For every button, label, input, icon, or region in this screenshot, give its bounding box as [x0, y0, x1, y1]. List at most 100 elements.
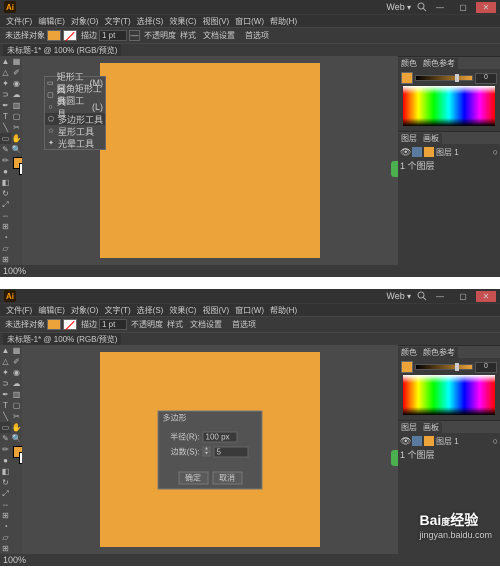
- free-transform-tool[interactable]: ⊞: [0, 221, 11, 232]
- mesh-tool[interactable]: ⊞: [0, 254, 11, 265]
- slice-tool[interactable]: ✂: [11, 122, 22, 133]
- stroke-weight-input[interactable]: 1 pt: [99, 319, 127, 330]
- menu-effect[interactable]: 效果(C): [166, 16, 199, 27]
- flyout-star[interactable]: ☆星形工具: [45, 125, 105, 137]
- pencil-tool[interactable]: ✏: [0, 155, 11, 166]
- document-tab[interactable]: 未标题-1* @ 100% (RGB/预览): [3, 333, 121, 346]
- search-icon[interactable]: [417, 2, 427, 12]
- minimize-button[interactable]: —: [430, 2, 450, 13]
- doc-setup-button[interactable]: 文档设置: [187, 318, 225, 331]
- artboards-tab[interactable]: 画板: [420, 422, 442, 433]
- fill-swatch[interactable]: [47, 319, 61, 330]
- selection-tool[interactable]: ▲: [0, 345, 11, 356]
- blob-brush-tool[interactable]: ●: [0, 166, 11, 177]
- minimize-button[interactable]: —: [430, 291, 450, 302]
- shape-builder-tool[interactable]: ◔: [0, 521, 11, 532]
- magic-wand-tool[interactable]: ✦: [0, 78, 11, 89]
- menu-view[interactable]: 视图(V): [199, 16, 232, 27]
- zoom-level[interactable]: 100%: [3, 555, 26, 565]
- menu-window[interactable]: 窗口(W): [232, 16, 267, 27]
- menu-select[interactable]: 选择(S): [134, 305, 167, 316]
- eraser-tool[interactable]: ◧: [0, 466, 11, 477]
- direct-selection-tool[interactable]: △: [0, 67, 11, 78]
- eyedropper-tool[interactable]: ✐: [11, 67, 22, 78]
- perspective-tool[interactable]: ▱: [0, 243, 11, 254]
- line-tool[interactable]: ╲: [0, 122, 11, 133]
- color-spectrum[interactable]: [403, 375, 495, 415]
- width-tool[interactable]: ⇔: [0, 210, 11, 221]
- rectangle-tool[interactable]: ▭: [0, 133, 11, 144]
- line-tool[interactable]: ╲: [0, 411, 11, 422]
- workspace-dropdown[interactable]: Web ▾: [383, 2, 414, 12]
- preferences-button[interactable]: 首选项: [229, 318, 259, 331]
- layer-row[interactable]: 👁图层 1○: [400, 146, 498, 158]
- search-icon[interactable]: [417, 291, 427, 301]
- menu-help[interactable]: 帮助(H): [267, 16, 300, 27]
- type-tool[interactable]: T: [0, 111, 11, 122]
- stroke-swatch[interactable]: [63, 319, 77, 330]
- panel-knob[interactable]: [391, 450, 398, 466]
- color-slider[interactable]: [415, 75, 473, 81]
- width-tool[interactable]: ⇔: [0, 499, 11, 510]
- artboards-tab[interactable]: 画板: [420, 133, 442, 144]
- zoom-tool[interactable]: 🔍: [11, 433, 22, 444]
- menu-edit[interactable]: 编辑(E): [35, 305, 68, 316]
- panel-knob[interactable]: [391, 161, 398, 177]
- layers-tab[interactable]: 图层: [398, 422, 420, 433]
- color-value-input[interactable]: 0: [475, 362, 497, 373]
- pencil-tool[interactable]: ✏: [0, 444, 11, 455]
- blend-tool[interactable]: ◉: [11, 78, 22, 89]
- eraser-tool[interactable]: ◧: [0, 177, 11, 188]
- hand-tool[interactable]: ✋: [11, 133, 22, 144]
- maximize-button[interactable]: ▢: [453, 2, 473, 13]
- symbol-sprayer-tool[interactable]: ☁: [11, 89, 22, 100]
- menu-edit[interactable]: 编辑(E): [35, 16, 68, 27]
- menu-object[interactable]: 对象(O): [68, 305, 102, 316]
- doc-setup-button[interactable]: 文档设置: [200, 29, 238, 42]
- fill-swatch[interactable]: [47, 30, 61, 41]
- menu-view[interactable]: 视图(V): [199, 305, 232, 316]
- sides-down[interactable]: ▾: [203, 452, 211, 457]
- cancel-button[interactable]: 取消: [212, 471, 242, 484]
- rotate-tool[interactable]: ↻: [0, 477, 11, 488]
- flyout-polygon[interactable]: ⬠多边形工具: [45, 113, 105, 125]
- free-transform-tool[interactable]: ⊞: [0, 510, 11, 521]
- canvas-area[interactable]: ▭矩形工具(M) ▢圆角矩形工具 ○椭圆工具(L) ⬠多边形工具 ☆星形工具 ✦…: [22, 56, 398, 265]
- slice-tool[interactable]: ✂: [11, 411, 22, 422]
- stroke-swatch[interactable]: [63, 30, 77, 41]
- color-fill-chip[interactable]: [401, 72, 413, 84]
- color-slider[interactable]: [415, 364, 473, 370]
- mesh-tool[interactable]: ⊞: [0, 543, 11, 554]
- color-tab[interactable]: 颜色: [398, 347, 420, 358]
- gradient-tool[interactable]: ▦: [11, 56, 22, 67]
- rectangle-tool[interactable]: ▭: [0, 422, 11, 433]
- color-fill-chip[interactable]: [401, 361, 413, 373]
- dash-option[interactable]: —: [129, 30, 140, 41]
- selection-tool[interactable]: ▲: [0, 56, 11, 67]
- color-value-input[interactable]: 0: [475, 73, 497, 84]
- lasso-tool[interactable]: ⊃: [0, 378, 11, 389]
- gradient-tool[interactable]: ▦: [11, 345, 22, 356]
- rotate-tool[interactable]: ↻: [0, 188, 11, 199]
- layer-row[interactable]: 👁图层 1○: [400, 435, 498, 447]
- menu-help[interactable]: 帮助(H): [267, 305, 300, 316]
- color-guide-tab[interactable]: 颜色参考: [420, 58, 458, 69]
- brush-tool[interactable]: ✎: [0, 433, 11, 444]
- brush-tool[interactable]: ✎: [0, 144, 11, 155]
- menu-type[interactable]: 文字(T): [101, 305, 133, 316]
- preferences-button[interactable]: 首选项: [242, 29, 272, 42]
- menu-select[interactable]: 选择(S): [134, 16, 167, 27]
- visibility-icon[interactable]: 👁: [400, 147, 410, 158]
- pen-tool[interactable]: ✒: [0, 100, 11, 111]
- artboard-tool[interactable]: ▢: [11, 400, 22, 411]
- target-icon[interactable]: ○: [493, 436, 498, 446]
- pen-tool[interactable]: ✒: [0, 389, 11, 400]
- type-tool[interactable]: T: [0, 400, 11, 411]
- magic-wand-tool[interactable]: ✦: [0, 367, 11, 378]
- menu-file[interactable]: 文件(F): [3, 305, 35, 316]
- radius-input[interactable]: 100 px: [203, 431, 238, 442]
- flyout-flare[interactable]: ✦光晕工具: [45, 137, 105, 149]
- lasso-tool[interactable]: ⊃: [0, 89, 11, 100]
- menu-object[interactable]: 对象(O): [68, 16, 102, 27]
- color-tab[interactable]: 颜色: [398, 58, 420, 69]
